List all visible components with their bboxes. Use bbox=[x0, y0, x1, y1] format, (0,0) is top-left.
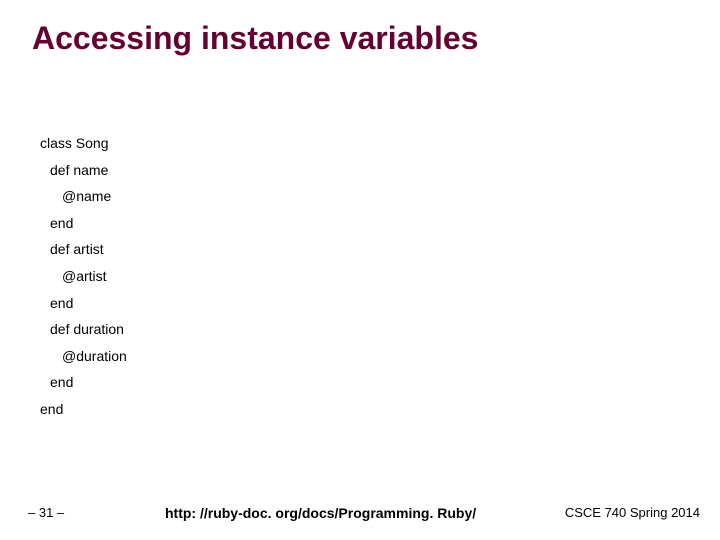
code-block: class Song def name @name end def artist… bbox=[40, 130, 127, 423]
code-line: @artist bbox=[40, 263, 127, 290]
code-line: end bbox=[40, 396, 127, 423]
page-title: Accessing instance variables bbox=[32, 20, 478, 57]
code-line: end bbox=[40, 369, 127, 396]
code-line: @duration bbox=[40, 343, 127, 370]
code-line: def artist bbox=[40, 236, 127, 263]
page-number: – 31 – bbox=[28, 505, 64, 520]
reference-url: http: //ruby-doc. org/docs/Programming. … bbox=[165, 505, 476, 521]
code-line: def duration bbox=[40, 316, 127, 343]
course-label: CSCE 740 Spring 2014 bbox=[565, 505, 700, 520]
code-line: @name bbox=[40, 183, 127, 210]
code-line: end bbox=[40, 210, 127, 237]
code-line: class Song bbox=[40, 130, 127, 157]
code-line: def name bbox=[40, 157, 127, 184]
code-line: end bbox=[40, 290, 127, 317]
footer: – 31 – http: //ruby-doc. org/docs/Progra… bbox=[0, 505, 720, 520]
